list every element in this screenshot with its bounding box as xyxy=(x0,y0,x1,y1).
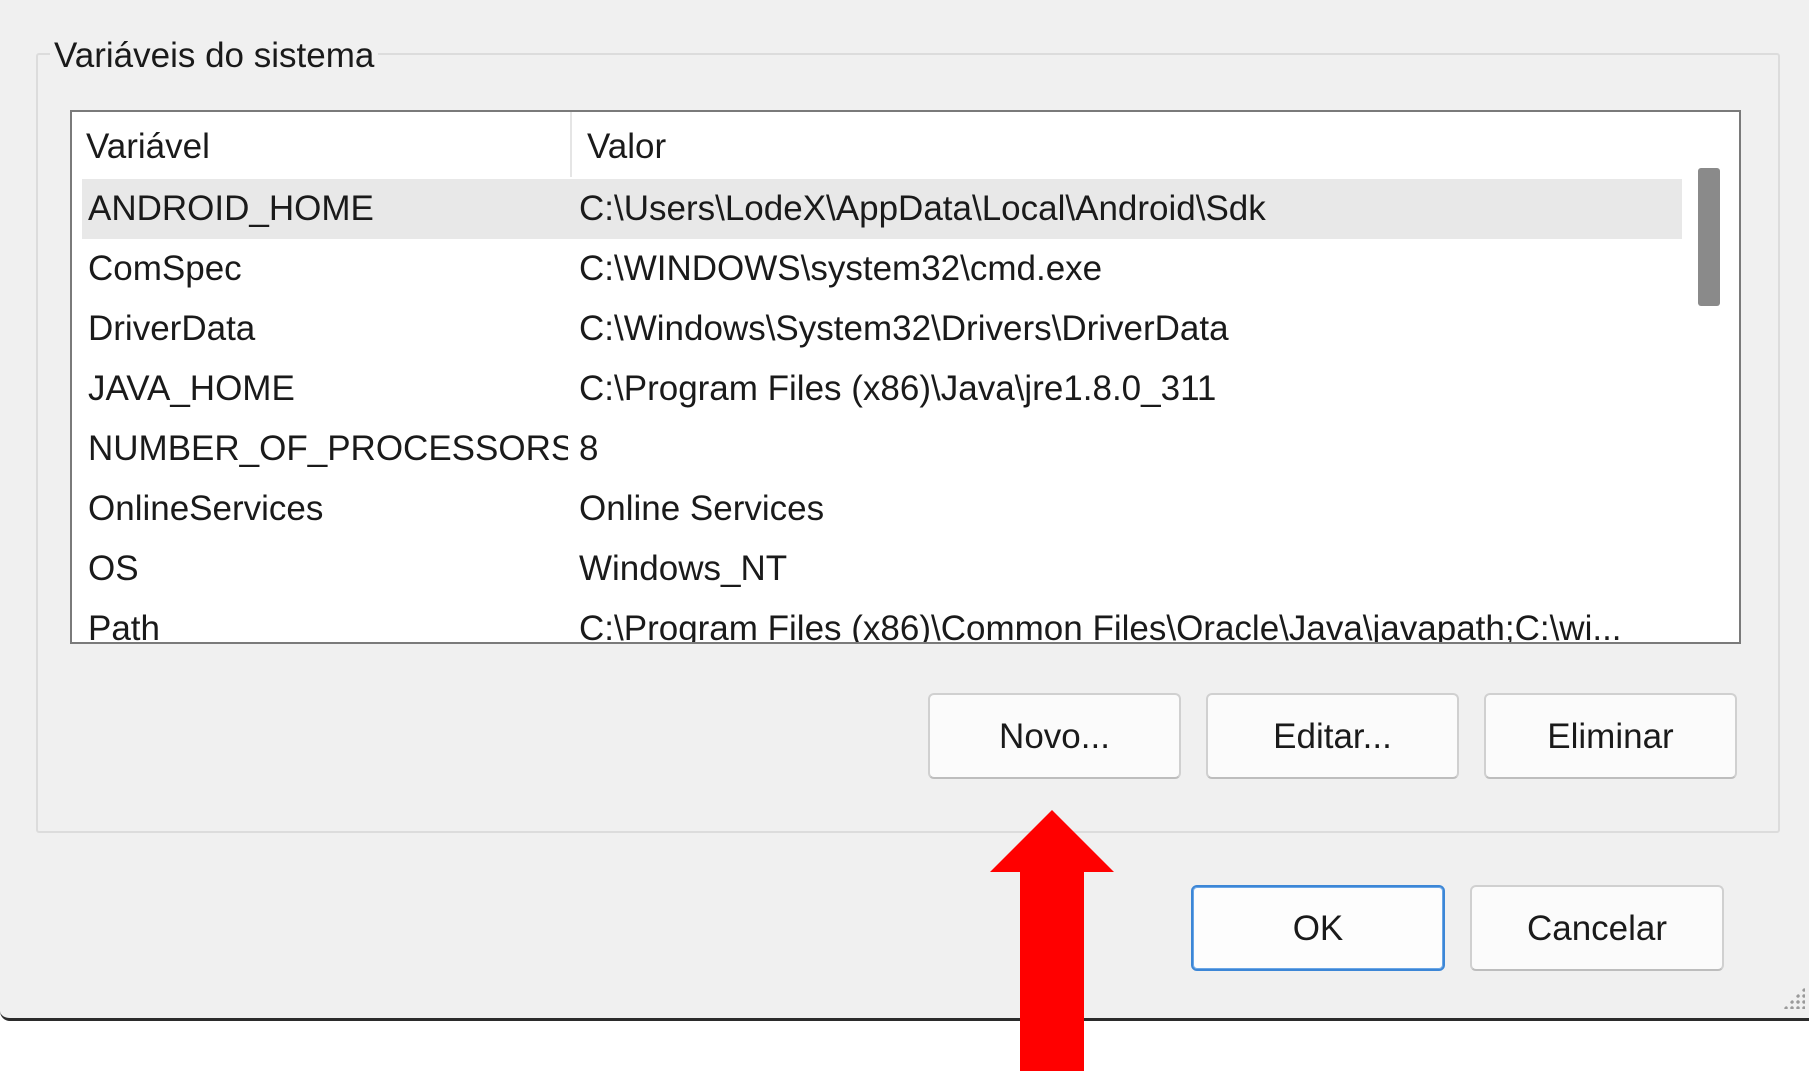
variable-name: JAVA_HOME xyxy=(88,369,295,408)
scrollbar-thumb[interactable] xyxy=(1698,168,1720,306)
table-row[interactable]: ANDROID_HOME C:\Users\LodeX\AppData\Loca… xyxy=(82,179,1682,239)
new-button[interactable]: Novo... xyxy=(928,693,1181,779)
ok-button[interactable]: OK xyxy=(1191,885,1445,971)
variable-name: ANDROID_HOME xyxy=(88,189,374,228)
variable-name: DriverData xyxy=(88,309,256,348)
table-row[interactable]: OnlineServices Online Services xyxy=(82,479,1682,539)
variable-value: C:\Program Files (x86)\Java\jre1.8.0_311 xyxy=(579,369,1217,408)
variable-value: C:\WINDOWS\system32\cmd.exe xyxy=(579,249,1103,288)
table-row[interactable]: NUMBER_OF_PROCESSORS 8 xyxy=(82,419,1682,479)
variable-value: 8 xyxy=(579,429,599,468)
cancel-button[interactable]: Cancelar xyxy=(1470,885,1724,971)
variable-name: Path xyxy=(88,609,160,644)
edit-button[interactable]: Editar... xyxy=(1206,693,1459,779)
list-header: Variável Valor xyxy=(72,112,1682,177)
variable-name: OnlineServices xyxy=(88,489,324,528)
system-variables-list[interactable]: Variável Valor ANDROID_HOME C:\Users\Lod… xyxy=(70,110,1741,644)
variable-value: C:\Windows\System32\Drivers\DriverData xyxy=(579,309,1229,348)
variable-value: Windows_NT xyxy=(579,549,788,588)
table-row[interactable]: Path C:\Program Files (x86)\Common Files… xyxy=(82,599,1682,644)
variable-name: OS xyxy=(88,549,139,588)
column-header-variable[interactable]: Variável xyxy=(72,112,572,177)
resize-grip-icon[interactable] xyxy=(1783,987,1805,1009)
variable-value: Online Services xyxy=(579,489,825,528)
table-row[interactable]: ComSpec C:\WINDOWS\system32\cmd.exe xyxy=(82,239,1682,299)
variable-value: C:\Users\LodeX\AppData\Local\Android\Sdk xyxy=(579,189,1266,228)
variable-value: C:\Program Files (x86)\Common Files\Orac… xyxy=(579,609,1622,644)
list-rows: ANDROID_HOME C:\Users\LodeX\AppData\Loca… xyxy=(82,179,1682,644)
annotation-arrow-shape xyxy=(990,810,1114,1071)
up-arrow-icon xyxy=(990,810,1114,1071)
table-row[interactable]: DriverData C:\Windows\System32\Drivers\D… xyxy=(82,299,1682,359)
variable-name: ComSpec xyxy=(88,249,242,288)
delete-button[interactable]: Eliminar xyxy=(1484,693,1737,779)
vertical-scrollbar[interactable] xyxy=(1684,112,1739,642)
group-title: Variáveis do sistema xyxy=(50,34,379,78)
column-header-value[interactable]: Valor xyxy=(572,112,1682,177)
table-row[interactable]: OS Windows_NT xyxy=(82,539,1682,599)
variable-name: NUMBER_OF_PROCESSORS xyxy=(88,429,568,468)
environment-variables-dialog: Variáveis do sistema Variável Valor ANDR… xyxy=(0,0,1809,1021)
table-row[interactable]: JAVA_HOME C:\Program Files (x86)\Java\jr… xyxy=(82,359,1682,419)
